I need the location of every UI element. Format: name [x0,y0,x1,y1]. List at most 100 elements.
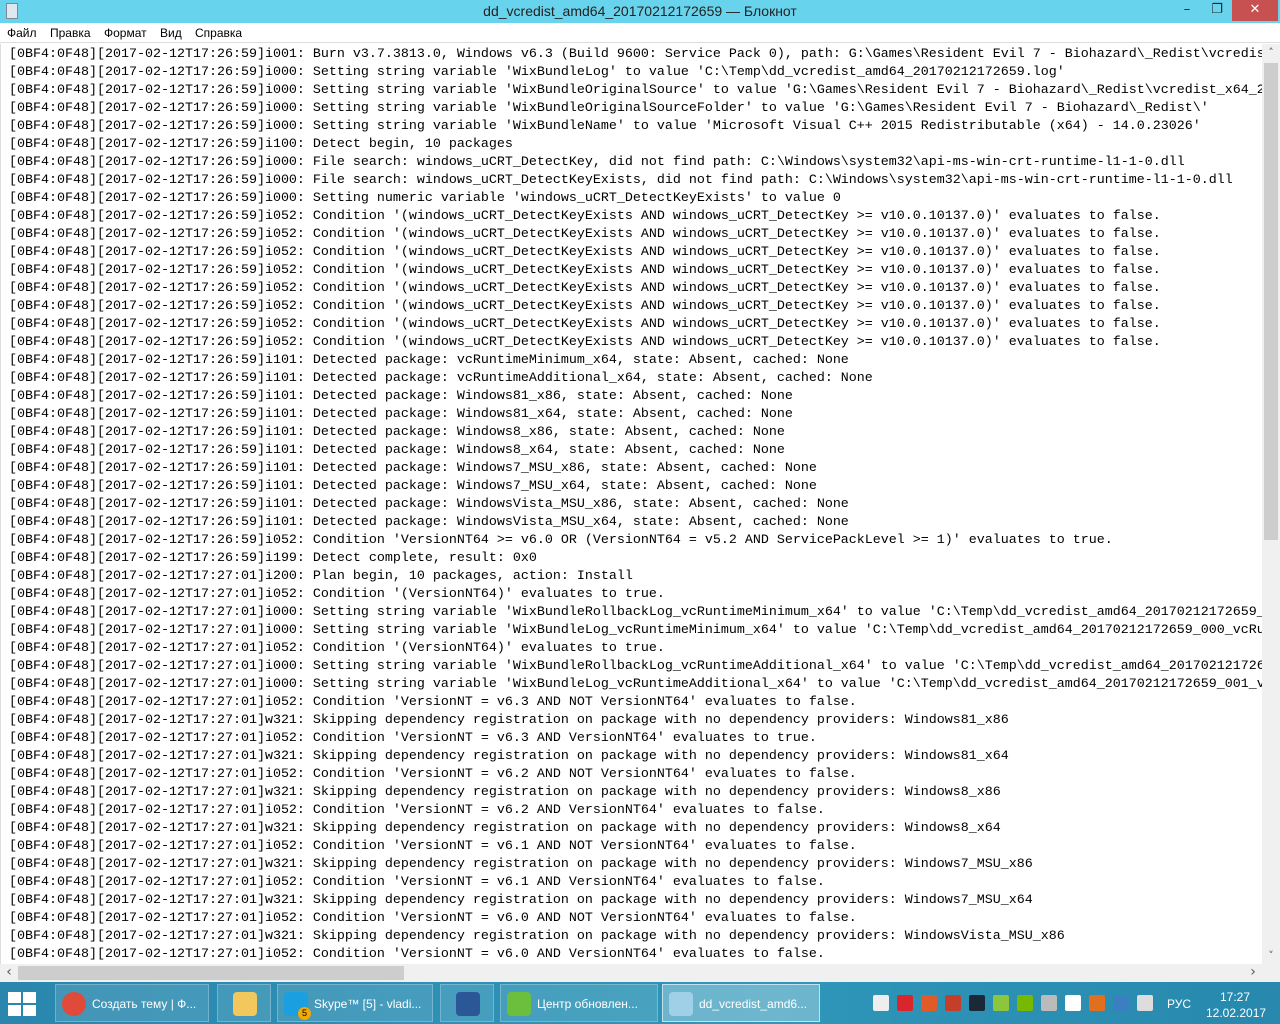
nvidia-icon[interactable] [1017,995,1033,1011]
network-lock-icon[interactable] [873,995,889,1011]
log-line: [0BF4:0F48][2017-02-12T17:26:59]i000: Se… [9,119,1201,134]
menu-view[interactable]: Вид [160,26,182,40]
log-line: [0BF4:0F48][2017-02-12T17:26:59]i101: De… [9,461,817,476]
log-line: [0BF4:0F48][2017-02-12T17:27:01]w321: Sk… [9,857,1033,872]
taskbar: Создать тему | Ф... 5 Skype™ [5] - vladi..… [0,982,1280,1024]
windows-update-icon [507,992,531,1016]
file-explorer-icon [233,992,257,1016]
log-line: [0BF4:0F48][2017-02-12T17:26:59]i052: Co… [9,209,1161,224]
log-line: [0BF4:0F48][2017-02-12T17:26:59]i101: De… [9,497,849,512]
log-line: [0BF4:0F48][2017-02-12T17:27:01]i052: Co… [9,911,857,926]
log-line: [0BF4:0F48][2017-02-12T17:26:59]i052: Co… [9,533,1113,548]
clock-date[interactable]: 12.02.2017 [1206,1006,1266,1020]
scroll-up-icon[interactable]: ˄ [1262,46,1280,59]
window-title: dd_vcredist_amd64_20170212172659 — Блокн… [483,3,797,19]
horizontal-scroll-thumb[interactable] [18,966,404,980]
log-line: [0BF4:0F48][2017-02-12T17:26:59]i052: Co… [9,263,1161,278]
log-line: [0BF4:0F48][2017-02-12T17:26:59]i000: Fi… [9,173,1233,188]
log-line: [0BF4:0F48][2017-02-12T17:27:01]w321: Sk… [9,893,1033,908]
menu-format[interactable]: Формат [104,26,147,40]
log-line: [0BF4:0F48][2017-02-12T17:27:01]w321: Sk… [9,821,1001,836]
taskbar-item-label: Skype™ [5] - vladi... [314,997,422,1011]
horizontal-scrollbar[interactable]: ‹ › [0,964,1262,982]
scroll-down-icon[interactable]: ˅ [1262,949,1280,962]
log-line: [0BF4:0F48][2017-02-12T17:26:59]i101: De… [9,371,873,386]
log-line: [0BF4:0F48][2017-02-12T17:26:59]i052: Co… [9,281,1161,296]
text-editor[interactable]: [0BF4:0F48][2017-02-12T17:26:59]i001: Bu… [0,44,1262,964]
log-line: [0BF4:0F48][2017-02-12T17:27:01]i000: Se… [9,623,1262,638]
log-line: [0BF4:0F48][2017-02-12T17:26:59]i052: Co… [9,227,1161,242]
taskbar-item-notepad[interactable]: dd_vcredist_amd6... [662,984,820,1022]
menu-file[interactable]: Файл [7,26,37,40]
log-line: [0BF4:0F48][2017-02-12T17:27:01]i052: Co… [9,839,857,854]
log-line: [0BF4:0F48][2017-02-12T17:27:01]i052: Co… [9,803,825,818]
taskbar-item-file-explorer[interactable] [217,984,271,1022]
menu-bar: Файл Правка Формат Вид Справка [0,23,1280,43]
log-line: [0BF4:0F48][2017-02-12T17:26:59]i101: De… [9,389,793,404]
printer-icon[interactable] [1041,995,1057,1011]
log-line: [0BF4:0F48][2017-02-12T17:27:01]w321: Sk… [9,929,1065,944]
word-icon [456,992,480,1016]
chrome-icon [62,992,86,1016]
log-line: [0BF4:0F48][2017-02-12T17:27:01]i052: Co… [9,695,857,710]
notepad-icon [669,992,693,1016]
taskbar-item-chrome[interactable]: Создать тему | Ф... [55,984,209,1022]
clock-time[interactable]: 17:27 [1220,990,1250,1004]
log-line: [0BF4:0F48][2017-02-12T17:26:59]i101: De… [9,479,817,494]
maximize-button[interactable]: ❐ [1203,0,1231,21]
log-line: [0BF4:0F48][2017-02-12T17:26:59]i000: Se… [9,101,1209,116]
vertical-scrollbar[interactable]: ˄ ˅ [1262,44,1280,964]
log-line: [0BF4:0F48][2017-02-12T17:27:01]w321: Sk… [9,749,1009,764]
title-bar: dd_vcredist_amd64_20170212172659 — Блокн… [0,0,1280,23]
taskbar-item-skype[interactable]: 5 Skype™ [5] - vladi... [277,984,433,1022]
menu-help[interactable]: Справка [195,26,242,40]
log-line: [0BF4:0F48][2017-02-12T17:26:59]i052: Co… [9,299,1161,314]
log-line: [0BF4:0F48][2017-02-12T17:27:01]i052: Co… [9,767,857,782]
taskbar-item-word[interactable] [440,984,494,1022]
taskbar-item-label: Создать тему | Ф... [92,997,197,1011]
log-line: [0BF4:0F48][2017-02-12T17:26:59]i199: De… [9,551,537,566]
scroll-left-icon[interactable]: ‹ [0,964,18,980]
keys-icon[interactable] [1113,995,1129,1011]
log-line: [0BF4:0F48][2017-02-12T17:26:59]i000: Fi… [9,155,1185,170]
badge-icon[interactable] [993,995,1009,1011]
taskbar-item-windows-update[interactable]: Центр обновлен... [500,984,658,1022]
vertical-scroll-thumb[interactable] [1264,63,1278,540]
log-line: [0BF4:0F48][2017-02-12T17:26:59]i100: De… [9,137,513,152]
log-line: [0BF4:0F48][2017-02-12T17:27:01]i052: Co… [9,875,825,890]
book-icon[interactable] [1089,995,1105,1011]
log-line: [0BF4:0F48][2017-02-12T17:27:01]i052: Co… [9,587,665,602]
log-line: [0BF4:0F48][2017-02-12T17:27:01]i000: Se… [9,659,1262,674]
log-line: [0BF4:0F48][2017-02-12T17:26:59]i101: De… [9,353,849,368]
log-line: [0BF4:0F48][2017-02-12T17:26:59]i000: Se… [9,83,1262,98]
log-line: [0BF4:0F48][2017-02-12T17:27:01]w321: Sk… [9,713,1009,728]
log-line: [0BF4:0F48][2017-02-12T17:27:01]i200: Pl… [9,569,633,584]
log-line: [0BF4:0F48][2017-02-12T17:26:59]i101: De… [9,515,849,530]
taskbar-item-label: Центр обновлен... [537,997,638,1011]
log-line: [0BF4:0F48][2017-02-12T17:26:59]i101: De… [9,425,785,440]
start-button[interactable] [8,992,38,1016]
log-line: [0BF4:0F48][2017-02-12T17:26:59]i052: Co… [9,245,1161,260]
menu-edit[interactable]: Правка [50,26,91,40]
close-button[interactable]: ✕ [1232,0,1278,21]
minimize-button[interactable]: – [1173,0,1201,21]
network-icon[interactable] [1137,995,1153,1011]
log-text: [0BF4:0F48][2017-02-12T17:26:59]i001: Bu… [9,46,1262,964]
scrollbar-corner [1262,964,1280,982]
taskbar-item-label: dd_vcredist_amd6... [699,997,808,1011]
log-line: [0BF4:0F48][2017-02-12T17:26:59]i000: Se… [9,191,841,206]
kaspersky-icon[interactable] [897,995,913,1011]
scroll-right-icon[interactable]: › [1244,964,1262,980]
log-line: [0BF4:0F48][2017-02-12T17:26:59]i052: Co… [9,335,1161,350]
volume-icon[interactable] [921,995,937,1011]
log-line: [0BF4:0F48][2017-02-12T17:26:59]i101: De… [9,407,793,422]
action-center-flag-icon[interactable] [1065,995,1081,1011]
language-indicator[interactable]: РУС [1167,997,1191,1011]
notification-badge: 5 [298,1007,311,1020]
log-line: [0BF4:0F48][2017-02-12T17:27:01]i000: Se… [9,677,1262,692]
rubiks-cube-icon[interactable] [945,995,961,1011]
log-line: [0BF4:0F48][2017-02-12T17:27:01]w321: Sk… [9,785,1001,800]
log-line: [0BF4:0F48][2017-02-12T17:26:59]i101: De… [9,443,785,458]
steam-icon[interactable] [969,995,985,1011]
log-line: [0BF4:0F48][2017-02-12T17:27:01]i052: Co… [9,731,817,746]
